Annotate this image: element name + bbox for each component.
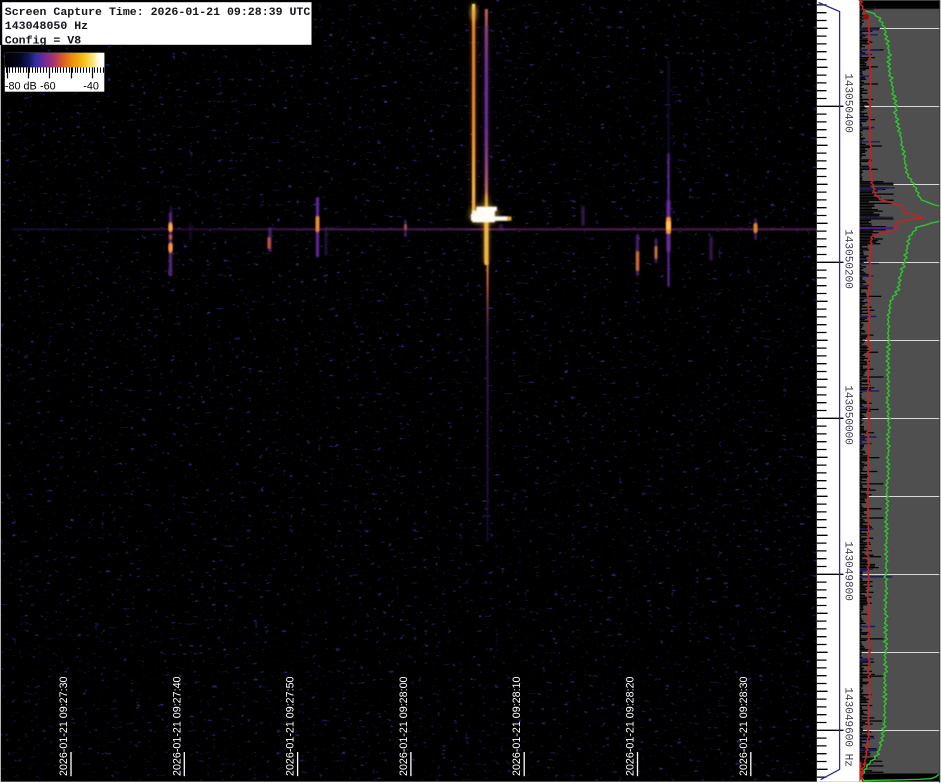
- svg-text:Screen Capture Time: 2026-01-2: Screen Capture Time: 2026-01-21 09:28:39…: [5, 7, 311, 19]
- svg-text:143050200: 143050200: [842, 229, 854, 289]
- svg-text:2026-01-21 09:27:50: 2026-01-21 09:27:50: [285, 677, 297, 777]
- svg-text:2026-01-21 09:28:30: 2026-01-21 09:28:30: [738, 677, 750, 777]
- svg-text:-60: -60: [40, 80, 56, 92]
- svg-text:143048050 Hz: 143048050 Hz: [5, 21, 88, 33]
- svg-text:2026-01-21 09:27:40: 2026-01-21 09:27:40: [171, 677, 183, 777]
- svg-text:2026-01-21 09:28:10: 2026-01-21 09:28:10: [511, 677, 523, 777]
- svg-text:2026-01-21 09:28:00: 2026-01-21 09:28:00: [398, 677, 410, 777]
- svg-text:143049600 Hz: 143049600 Hz: [842, 687, 854, 767]
- svg-text:143050000: 143050000: [842, 385, 854, 445]
- svg-text:143049800: 143049800: [842, 541, 854, 601]
- svg-text:-80 dB: -80 dB: [5, 80, 37, 92]
- svg-text:2026-01-21 09:28:20: 2026-01-21 09:28:20: [625, 677, 637, 777]
- svg-text:2026-01-21 09:27:30: 2026-01-21 09:27:30: [58, 677, 70, 777]
- svg-text:-40: -40: [83, 80, 99, 92]
- svg-text:143050400: 143050400: [842, 73, 854, 133]
- svg-text:Config = V8: Config = V8: [5, 35, 82, 47]
